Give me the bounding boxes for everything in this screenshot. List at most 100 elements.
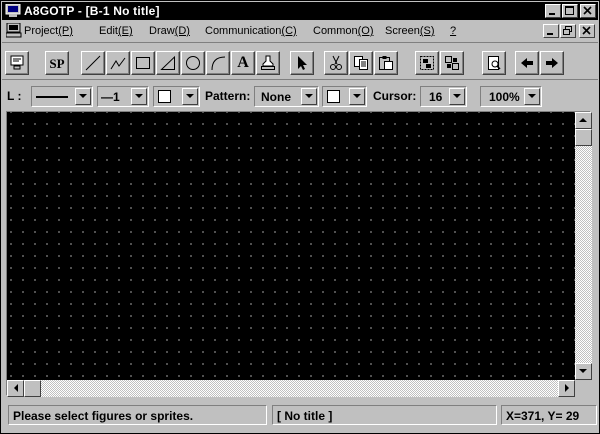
text-icon: A: [237, 54, 249, 71]
previous-screen-button[interactable]: [515, 51, 539, 75]
document-icon[interactable]: [5, 22, 22, 38]
line-width-dropdown-arrow[interactable]: [131, 88, 147, 105]
child-close-button[interactable]: [579, 24, 595, 38]
fill-tool-button[interactable]: [256, 51, 280, 75]
chevron-up-icon: [579, 118, 587, 122]
menu-common[interactable]: Common(O): [313, 25, 374, 37]
monitor-icon: [10, 55, 24, 70]
line-style-dropdown-arrow[interactable]: [75, 88, 91, 105]
cursor-size-value: 16: [429, 90, 443, 104]
line-color-swatch: [158, 90, 171, 103]
pattern-color-select[interactable]: [322, 86, 367, 107]
status-message-pane: Please select figures or sprites.: [8, 405, 267, 425]
status-title: [ No title ]: [277, 409, 333, 423]
scroll-down-button[interactable]: [575, 363, 592, 380]
line-color-select[interactable]: [153, 86, 200, 107]
screen-monitor-button[interactable]: [5, 51, 29, 75]
copy-button[interactable]: [349, 51, 373, 75]
menu-draw[interactable]: Draw(D): [149, 25, 190, 37]
paste-icon: [379, 56, 393, 70]
select-tool-button[interactable]: [290, 51, 314, 75]
pattern-dropdown-arrow[interactable]: [301, 88, 317, 105]
circle-icon: [186, 56, 200, 70]
minimize-button[interactable]: [545, 4, 561, 18]
property-bar: L : —1 Pattern: None Cursor: 16 100%: [2, 83, 598, 109]
cursor-size-select[interactable]: 16: [420, 86, 467, 107]
scrollbar-corner: [575, 380, 592, 397]
child-minimize-button[interactable]: [543, 24, 559, 38]
group-button[interactable]: [415, 51, 439, 75]
close-button[interactable]: [580, 4, 596, 18]
cut-button[interactable]: [324, 51, 348, 75]
line-width-select[interactable]: —1: [97, 86, 149, 107]
chevron-down-icon: [528, 94, 536, 98]
maximize-button[interactable]: [562, 4, 578, 18]
menu-bar: Project(P) Edit(E) Draw(D) Communication…: [2, 22, 598, 40]
menu-edit[interactable]: Edit(E): [99, 25, 133, 37]
paste-button[interactable]: [374, 51, 398, 75]
app-monitor-icon[interactable]: [5, 3, 21, 18]
cursor-label: Cursor:: [373, 89, 417, 103]
chevron-down-icon: [79, 94, 87, 98]
chevron-down-icon: [453, 94, 461, 98]
scroll-left-button[interactable]: [7, 380, 24, 397]
chevron-down-icon: [353, 94, 361, 98]
status-bar: Please select figures or sprites. [ No t…: [2, 403, 598, 431]
vertical-scrollbar[interactable]: [575, 112, 592, 380]
horizontal-scrollbar[interactable]: [7, 380, 575, 397]
chevron-right-icon: [565, 384, 569, 392]
fill-icon: [261, 55, 275, 70]
zoom-dropdown-arrow[interactable]: [524, 88, 540, 105]
ungroup-icon: [445, 56, 459, 70]
preview-button[interactable]: [482, 51, 506, 75]
pattern-color-swatch: [327, 90, 340, 103]
window-title: A8GOTP - [B-1 No title]: [24, 4, 160, 18]
cut-icon: [330, 55, 342, 70]
sp-icon: SP: [49, 56, 65, 71]
child-restore-button[interactable]: [560, 24, 576, 38]
text-tool-button[interactable]: A: [231, 51, 255, 75]
scroll-up-button[interactable]: [575, 112, 592, 129]
pattern-color-dropdown-arrow[interactable]: [349, 88, 365, 105]
horizontal-scroll-thumb[interactable]: [24, 380, 41, 397]
canvas-area: [6, 111, 592, 397]
app-window: A8GOTP - [B-1 No title] Project(P) Edit(…: [0, 0, 600, 434]
status-message: Please select figures or sprites.: [13, 409, 194, 423]
polygon-icon: [160, 55, 175, 70]
drawing-canvas[interactable]: [7, 112, 575, 380]
chevron-left-icon: [14, 384, 18, 392]
chevron-down-icon: [579, 369, 587, 373]
pattern-select[interactable]: None: [254, 86, 319, 107]
arc-icon: [211, 56, 226, 71]
group-icon: [420, 56, 434, 70]
vertical-scroll-thumb[interactable]: [575, 129, 592, 146]
line-style-preview-icon: [36, 96, 68, 98]
status-coords-pane: X=371, Y= 29: [501, 405, 597, 425]
zoom-value: 100%: [489, 90, 520, 104]
chevron-down-icon: [305, 94, 313, 98]
rectangle-tool-button[interactable]: [131, 51, 155, 75]
line-color-dropdown-arrow[interactable]: [182, 88, 198, 105]
menu-project[interactable]: Project(P): [24, 25, 73, 37]
zoom-select[interactable]: 100%: [480, 86, 542, 107]
circle-tool-button[interactable]: [181, 51, 205, 75]
title-bar[interactable]: A8GOTP - [B-1 No title]: [2, 2, 598, 20]
arc-tool-button[interactable]: [206, 51, 230, 75]
cursor-size-dropdown-arrow[interactable]: [449, 88, 465, 105]
line-style-select[interactable]: [31, 86, 93, 107]
back-arrow-icon: [521, 58, 533, 68]
scroll-right-button[interactable]: [558, 380, 575, 397]
menu-help[interactable]: ?: [450, 25, 456, 37]
sprite-button[interactable]: SP: [45, 51, 69, 75]
polyline-tool-button[interactable]: [106, 51, 130, 75]
ungroup-button[interactable]: [440, 51, 464, 75]
next-screen-button[interactable]: [540, 51, 564, 75]
select-arrow-icon: [298, 56, 307, 70]
chevron-down-icon: [135, 94, 143, 98]
menu-communication[interactable]: Communication(C): [205, 25, 297, 37]
polyline-icon: [110, 57, 126, 70]
menu-screen[interactable]: Screen(S): [385, 25, 435, 37]
line-label: L :: [7, 89, 22, 103]
polygon-tool-button[interactable]: [156, 51, 180, 75]
line-tool-button[interactable]: [81, 51, 105, 75]
